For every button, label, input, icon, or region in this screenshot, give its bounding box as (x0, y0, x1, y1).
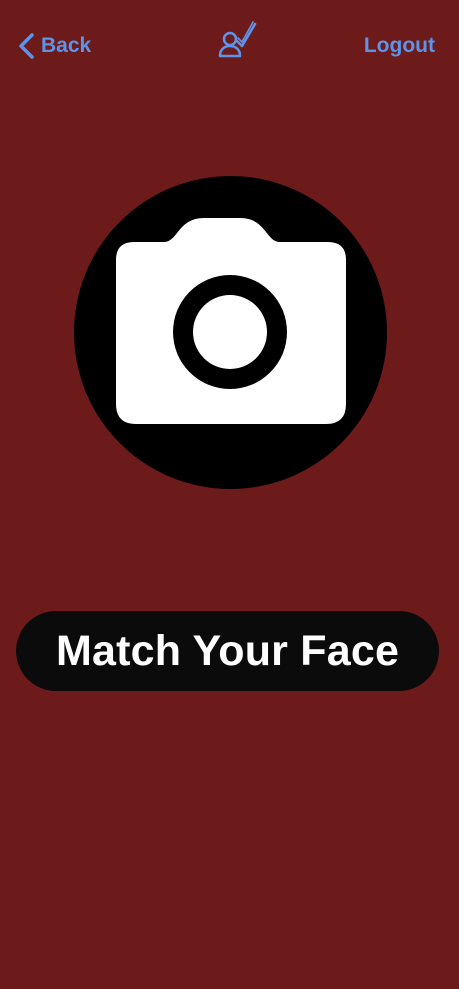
top-bar: Back Logout (0, 0, 459, 92)
person-check-icon (216, 18, 258, 60)
logout-button[interactable]: Logout (364, 30, 435, 62)
back-button[interactable]: Back (16, 30, 91, 62)
logout-label: Logout (363, 34, 435, 57)
back-label: Back (41, 34, 92, 57)
camera-icon (116, 218, 346, 424)
chevron-left-icon (16, 32, 36, 60)
camera-capture-button[interactable] (74, 176, 387, 489)
match-face-label: Match Your Face (55, 626, 400, 675)
match-face-button[interactable]: Match Your Face (16, 611, 439, 691)
